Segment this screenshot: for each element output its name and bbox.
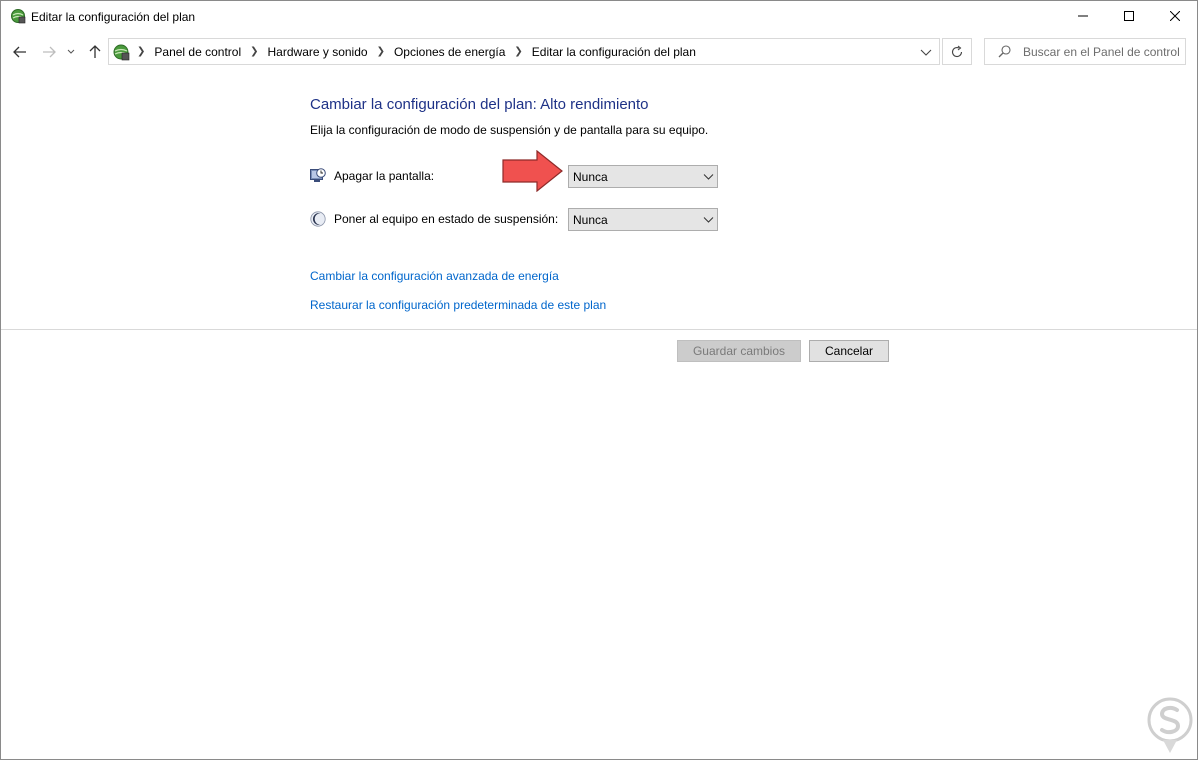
chevron-down-icon [67, 49, 75, 54]
refresh-icon [952, 45, 963, 57]
display-off-value: Nunca [573, 170, 608, 184]
arrow-up-icon [89, 45, 101, 58]
display-off-select[interactable]: Nunca [568, 165, 718, 188]
moon-icon [310, 211, 326, 227]
window-title: Editar la configuración del plan [31, 10, 196, 24]
breadcrumb: ❯ Panel de control ❯ Hardware y sonido ❯… [133, 39, 696, 64]
display-off-label: Apagar la pantalla: [334, 169, 435, 183]
arrow-right-icon [43, 46, 56, 58]
red-arrow-annotation [502, 150, 563, 192]
minimize-icon [1078, 15, 1088, 17]
search-icon [998, 45, 1011, 58]
chevron-down-icon [703, 174, 714, 180]
chevron-right-icon[interactable]: ❯ [250, 46, 258, 57]
search-box[interactable] [984, 38, 1186, 65]
chevron-right-icon: ❯ [137, 46, 146, 57]
control-panel-icon [112, 43, 130, 61]
maximize-icon [1124, 11, 1134, 21]
divider [1, 329, 1197, 330]
arrow-left-icon [13, 46, 26, 58]
restore-defaults-link[interactable]: Restaurar la configuración predeterminad… [310, 298, 606, 312]
minimize-button[interactable] [1060, 1, 1106, 31]
close-button[interactable] [1152, 1, 1197, 31]
breadcrumb-control-panel[interactable]: Panel de control [154, 45, 241, 59]
save-changes-button[interactable]: Guardar cambios [677, 340, 801, 362]
maximize-button[interactable] [1106, 1, 1152, 31]
chevron-down-icon [920, 49, 932, 56]
control-panel-app-icon [10, 8, 26, 24]
cancel-button[interactable]: Cancelar [809, 340, 889, 362]
close-icon [1170, 11, 1180, 21]
chevron-right-icon[interactable]: ❯ [514, 46, 522, 57]
advanced-settings-link[interactable]: Cambiar la configuración avanzada de ene… [310, 269, 559, 283]
address-dropdown-button[interactable] [919, 45, 933, 59]
watermark-logo [1147, 697, 1193, 753]
back-button[interactable] [10, 41, 30, 63]
breadcrumb-power-options[interactable]: Opciones de energía [394, 45, 505, 59]
search-input[interactable] [1023, 43, 1181, 60]
sleep-select[interactable]: Nunca [568, 208, 718, 231]
up-button[interactable] [85, 41, 105, 63]
page-description: Elija la configuración de modo de suspen… [310, 123, 709, 137]
recent-locations-button[interactable] [64, 41, 78, 63]
monitor-clock-icon [310, 167, 326, 183]
breadcrumb-edit-plan[interactable]: Editar la configuración del plan [532, 45, 696, 59]
window: Editar la configuración del plan ❯ Panel… [0, 0, 1198, 760]
refresh-button[interactable] [942, 38, 972, 65]
address-bar[interactable]: ❯ Panel de control ❯ Hardware y sonido ❯… [108, 38, 940, 65]
breadcrumb-hardware-sound[interactable]: Hardware y sonido [268, 45, 368, 59]
page-title: Cambiar la configuración del plan: Alto … [310, 96, 649, 113]
chevron-right-icon[interactable]: ❯ [377, 46, 385, 57]
forward-button[interactable] [39, 41, 59, 63]
title-bar: Editar la configuración del plan [1, 1, 1197, 32]
chevron-down-icon [703, 217, 714, 223]
sleep-label: Poner al equipo en estado de suspensión: [334, 212, 559, 226]
sleep-value: Nunca [573, 213, 608, 227]
